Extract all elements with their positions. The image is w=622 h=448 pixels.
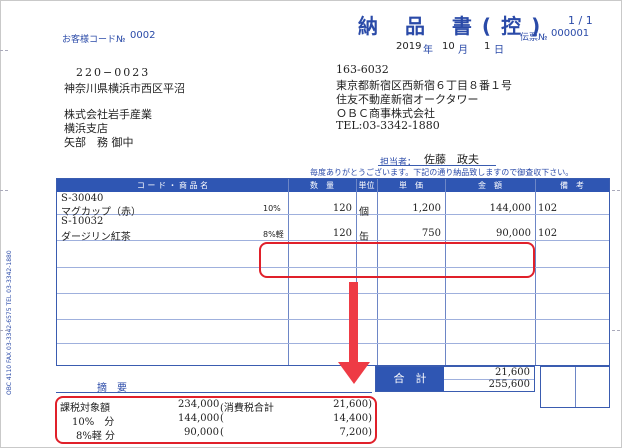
date-month: 10 [442,41,455,52]
arrow-down-icon [338,362,370,384]
item-tax-rate: 10% [263,204,281,213]
row-divider [57,319,609,320]
recipient-postal: 220−0023 [76,66,151,79]
total-box: 合 計 21,600 255,600 [375,366,535,392]
customer-code-label: お客様コード№ [62,35,126,45]
memo-underline [56,392,372,393]
item-unit: 缶 [359,232,369,243]
punch-mark [612,330,620,331]
item-amount: 144,000 [489,203,531,214]
item-price: 1,200 [412,203,441,214]
date-year: 2019 [396,41,422,52]
taxable-amount: 234,000 [178,399,220,410]
item-qty: 120 [332,203,352,214]
col-note: 備 考 [560,181,584,190]
tax-sum: 21,600) [333,399,372,410]
rate10-paren: ( [220,413,224,424]
delivery-slip: お客様コード№ 0002 納 品 書(控) 1 / 1 2019 年 10 月 … [0,0,622,448]
sender-postal: 163-6032 [336,63,389,76]
item-note: 102 [538,228,558,239]
page-number: 1 / 1 [568,14,593,27]
recipient-address: 神奈川県横浜市西区平沼 [64,82,185,95]
tax-sum-label: (消費税合計 [220,403,274,414]
item-code: S-10032 [61,216,104,227]
rate10-label: 10% 分 [72,417,115,428]
item-amount: 90,000 [496,228,531,239]
grand-total: 255,600 [488,379,530,390]
table-header: コ ー ド ・ 商 品 名 数 量 単位 単 価 金 額 備 考 [57,179,609,192]
sender-tel: TEL:03-3342-1880 [336,119,440,132]
item-note: 102 [538,203,558,214]
stamp-box [540,366,610,408]
col-price: 単 価 [399,181,423,190]
row-divider [57,293,609,294]
item-qty: 120 [332,228,352,239]
item-unit: 個 [359,207,369,218]
staff-underline [378,165,496,166]
row-divider [57,343,609,344]
col-code-name: コ ー ド ・ 商 品 名 [136,181,209,190]
rate8-tax: 7,200) [339,427,372,438]
customer-code: 0002 [130,30,156,41]
rate8-label: 8%軽 分 [76,431,116,442]
col-divider [535,179,536,365]
rate8-amount: 90,000 [184,427,219,438]
punch-mark [0,50,8,51]
date-year-unit: 年 [423,45,433,56]
item-price: 750 [421,228,441,239]
rate10-amount: 144,000 [178,413,220,424]
punch-mark [0,190,8,191]
col-qty: 数 量 [310,181,334,190]
item-tax-rate: 8%軽 [263,230,284,239]
arrow-shaft [349,282,358,368]
date-day-unit: 日 [494,45,504,56]
rate10-tax: 14,400) [333,413,372,424]
side-print-info: OBC 4110 FAX 03-3342-6575 TEL 03-3342-18… [6,250,13,395]
stamp-divider [575,367,576,407]
date-month-unit: 月 [458,45,468,56]
tax-total: 21,600 [495,367,530,378]
date-day: 1 [484,41,491,52]
taxable-label: 課税対象額 [60,403,110,414]
rate8-paren: ( [220,427,224,438]
empty-row-highlight [259,242,535,278]
punch-mark [612,190,620,191]
col-unit: 単位 [358,181,375,190]
slip-number-label: 伝票№ [520,33,548,43]
total-label: 合 計 [376,367,444,391]
punch-mark [0,330,8,331]
recipient-person: 矢部 務 御中 [64,136,134,149]
row-divider [57,240,609,241]
thanks-message: 毎度ありがとうございます。下記の通り納品致しますので御査収下さい。 [310,168,574,177]
col-amount: 金 額 [478,181,502,190]
item-name: ダージリン紅茶 [61,232,131,243]
slip-number: 000001 [551,28,590,39]
